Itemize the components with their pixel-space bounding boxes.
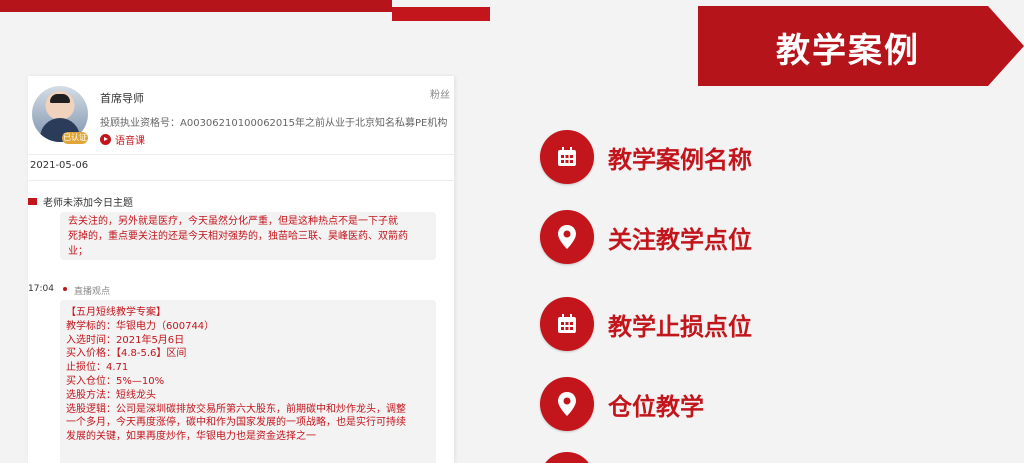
post-bubble: 去关注的，另外就是医疗，今天虽然分化严重，但是这种热点不是一下子就 死掉的，重点… <box>60 212 436 260</box>
verified-badge: 已认证 <box>62 132 88 144</box>
mentor-name: 首席导师 <box>100 92 144 105</box>
live-view-label: 直播观点 <box>74 287 111 297</box>
top-decor-accent <box>392 7 490 21</box>
cropped-list-icon <box>540 452 594 463</box>
title-banner: 教学案例 <box>698 6 1024 86</box>
banner-title: 教学案例 <box>776 31 920 71</box>
teaching-case-bubble: 【五月短线教学专案】 教学标的：华银电力（600744） 入选时间：2021年5… <box>60 300 436 463</box>
location-pin-icon <box>540 210 594 264</box>
case-line: 【五月短线教学专案】 <box>66 307 166 318</box>
post-line: 死掉的，重点要关注的还是今天相对强势的，独苗哈三联、昊峰医药、双箭药 <box>68 231 408 242</box>
case-line: 止损位：4.71 <box>66 362 129 374</box>
fans-label[interactable]: 粉丝 <box>430 86 450 101</box>
timeline-dot <box>63 287 67 291</box>
post-time: 17:04 <box>28 284 54 294</box>
list-item-position: 仓位教学 <box>540 377 704 431</box>
calendar-icon <box>540 297 594 351</box>
play-icon <box>100 134 111 145</box>
app-screenshot-panel: 已认证 首席导师 粉丝 投顾执业资格号：A0030621010006​2015年… <box>28 76 454 463</box>
case-line: 入选时间：2021年5月6日 <box>66 334 185 346</box>
case-line: 买入价格：【4.8-5.6】区间 <box>66 348 187 360</box>
list-item-stop-loss: 教学止损点位 <box>540 297 752 351</box>
case-line: 发展的关键，如果再度炒作，华银电力也是资金选择之一 <box>66 431 316 443</box>
certificate-text: 投顾执业资格号：A0030621010006​2015年之前从业于北京知名私募P… <box>100 118 452 129</box>
list-item-label: 教学案例名称 <box>608 145 752 174</box>
today-topic: 老师未添加今日主题 <box>28 194 133 209</box>
calendar-icon <box>540 130 594 184</box>
case-line: 选股逻辑：公司是深圳碳排放交易所第六大股东，前期碳中和炒作龙头，调整 <box>66 403 406 415</box>
list-item-label: 关注教学点位 <box>608 225 752 254</box>
case-line: 一个多月，今天再度涨停，碳中和作为国家发展的一项战略，也是实行可持续 <box>66 417 406 429</box>
list-item-case-name: 教学案例名称 <box>540 130 752 184</box>
voice-lesson-label: 语音课 <box>115 136 145 147</box>
list-item-label: 仓位教学 <box>608 392 704 421</box>
post-line: 业； <box>68 246 88 257</box>
location-pin-icon <box>540 377 594 431</box>
case-line: 买入仓位：5%—10% <box>66 375 165 387</box>
post-line: 去关注的，另外就是医疗，今天虽然分化严重，但是这种热点不是一下子就 <box>68 216 398 227</box>
voice-lesson-link[interactable]: 语音课 <box>100 132 145 147</box>
list-item-focus-points: 关注教学点位 <box>540 210 752 264</box>
divider <box>28 180 454 181</box>
feed-date: 2021-05-06 <box>30 160 89 171</box>
mail-icon <box>28 198 37 205</box>
case-line: 教学标的：华银电力（600744） <box>66 320 215 332</box>
list-item-label: 教学止损点位 <box>608 312 752 341</box>
divider <box>28 154 454 155</box>
top-decor-bar <box>0 0 392 12</box>
case-line: 选股方法：短线龙头 <box>66 389 156 401</box>
topic-text: 老师未添加今日主题 <box>43 198 133 209</box>
